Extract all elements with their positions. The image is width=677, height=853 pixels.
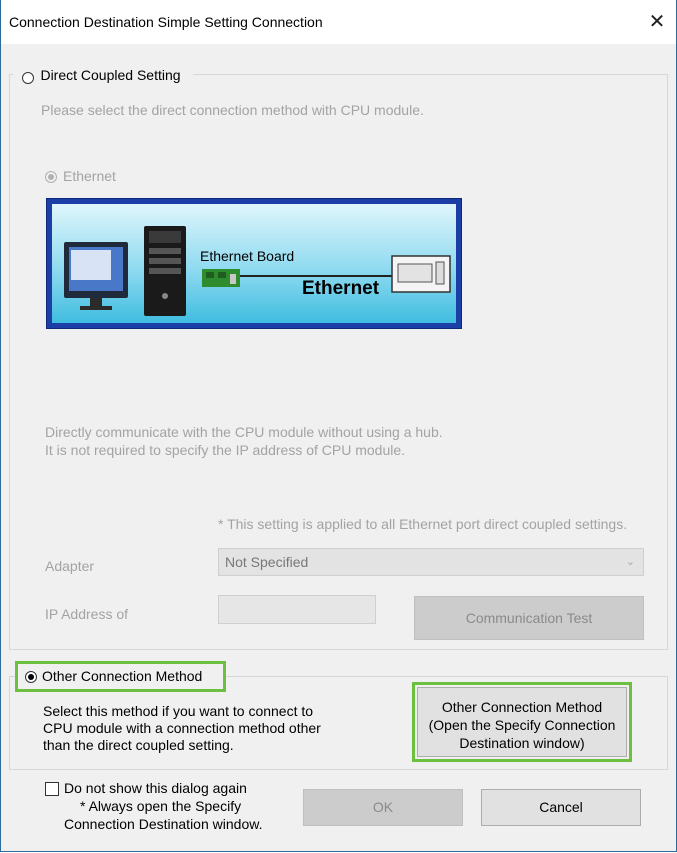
ethernet-diagram: Ethernet Board Ethernet <box>46 198 462 329</box>
other-description-line-2: CPU module with a connection method othe… <box>43 720 321 736</box>
other-connection-method-button[interactable]: Other Connection Method (Open the Specif… <box>417 687 627 757</box>
other-method-label: Other Connection Method <box>42 668 203 684</box>
direct-coupled-header[interactable]: Direct Coupled Setting <box>13 66 193 86</box>
direct-description: Please select the direct connection meth… <box>41 102 424 118</box>
other-description: Select this method if you want to connec… <box>43 703 321 754</box>
ethernet-radio[interactable] <box>45 171 57 183</box>
other-method-button-highlight: Other Connection Method (Open the Specif… <box>412 682 632 762</box>
adapter-value: Not Specified <box>225 554 309 570</box>
adapter-label: Adapter <box>45 558 95 574</box>
explanation-line-2: It is not required to specify the IP add… <box>45 442 406 458</box>
other-description-line-1: Select this method if you want to connec… <box>43 703 314 719</box>
communication-test-button[interactable]: Communication Test <box>414 596 644 640</box>
title-bar: Connection Destination Simple Setting Co… <box>1 0 676 44</box>
footer-note-line-1: * Always open the Specify <box>80 798 242 814</box>
ip-address-label: IP Address of <box>45 606 129 622</box>
dialog-window: Connection Destination Simple Setting Co… <box>0 0 677 852</box>
other-description-line-3: than the direct coupled setting. <box>43 737 234 753</box>
other-method-radio[interactable] <box>25 671 37 683</box>
ethernet-board-label: Ethernet Board <box>200 248 295 264</box>
direct-coupled-label: Direct Coupled Setting <box>40 66 181 83</box>
ok-button[interactable]: OK <box>303 789 463 826</box>
close-button[interactable]: ✕ <box>642 8 672 36</box>
other-method-highlight[interactable]: Other Connection Method <box>15 661 226 692</box>
ethernet-label: Ethernet <box>63 168 116 184</box>
window-title: Connection Destination Simple Setting Co… <box>9 14 323 30</box>
explanation-line-1: Directly communicate with the CPU module… <box>45 424 443 440</box>
adapter-select[interactable]: Not Specified ⌄ <box>218 548 644 576</box>
close-icon: ✕ <box>648 11 666 33</box>
do-not-show-label[interactable]: Do not show this dialog again <box>64 780 247 796</box>
diagram-background: Ethernet Board Ethernet <box>52 204 456 323</box>
direct-coupled-radio[interactable] <box>22 71 34 84</box>
ethernet-link-label: Ethernet <box>302 278 380 299</box>
ip-address-input[interactable] <box>218 595 376 624</box>
cancel-button[interactable]: Cancel <box>481 789 641 826</box>
do-not-show-checkbox[interactable] <box>45 782 59 796</box>
footer-note-line-2: Connection Destination window. <box>64 816 263 832</box>
chevron-down-icon: ⌄ <box>625 556 635 568</box>
settings-note: * This setting is applied to all Etherne… <box>218 516 628 532</box>
